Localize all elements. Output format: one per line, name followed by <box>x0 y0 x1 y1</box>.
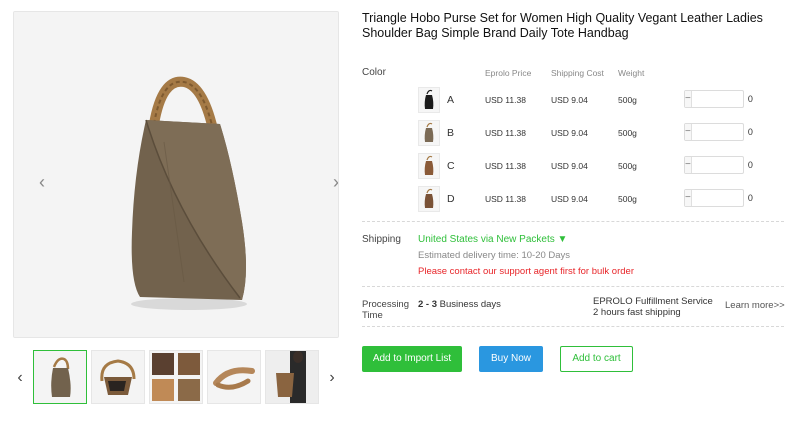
variant-weight: 500g <box>618 95 637 105</box>
quantity-stepper: − + <box>684 90 800 108</box>
thumbnail-3[interactable] <box>149 350 203 404</box>
variant-b-swatch[interactable] <box>418 120 440 146</box>
variant-row-c: C USD 11.38 USD 9.04 500g − + <box>418 153 800 181</box>
header-shipping-cost: Shipping Cost <box>551 68 604 78</box>
variant-price: USD 11.38 <box>485 161 526 171</box>
variant-price: USD 11.38 <box>485 95 526 105</box>
decrement-button[interactable]: − <box>685 190 692 206</box>
variant-letter: D <box>447 193 455 205</box>
variant-row-b: B USD 11.38 USD 9.04 500g − + <box>418 120 800 148</box>
variant-d-bag-icon <box>424 188 434 208</box>
divider <box>362 326 784 327</box>
variant-shipping: USD 9.04 <box>551 194 588 204</box>
thumbnail-3-image <box>150 351 202 403</box>
buy-now-button[interactable]: Buy Now <box>479 346 543 372</box>
thumbnail-4-image <box>208 351 260 403</box>
variant-letter: B <box>447 127 455 139</box>
variant-shipping: USD 9.04 <box>551 161 588 171</box>
variant-weight: 500g <box>618 128 637 138</box>
add-to-cart-button[interactable]: Add to cart <box>560 346 633 372</box>
thumbnail-1[interactable] <box>33 350 87 404</box>
processing-days: 2 - 3 Business days <box>418 299 501 310</box>
shipping-label: Shipping <box>362 234 401 245</box>
product-title: Triangle Hobo Purse Set for Women High Q… <box>362 11 763 40</box>
thumbnail-1-image <box>34 351 86 403</box>
gallery-prev-icon[interactable]: ‹ <box>34 172 50 192</box>
variant-letter: C <box>447 160 455 172</box>
color-label: Color <box>362 67 386 78</box>
learn-more-link[interactable]: Learn more>> <box>725 300 785 311</box>
product-page: ‹ › ‹ › Triangle Hobo Purse Set for Wome… <box>0 0 800 421</box>
variant-a-swatch[interactable] <box>418 87 440 113</box>
quantity-input[interactable] <box>691 124 800 140</box>
thumbnail-4[interactable] <box>207 350 261 404</box>
quantity-stepper: − + <box>684 156 800 174</box>
quantity-input[interactable] <box>691 91 800 107</box>
hobo-bag-image <box>14 12 338 337</box>
quantity-stepper: − + <box>684 189 800 207</box>
thumbnail-2-image <box>92 351 144 403</box>
variant-shipping: USD 9.04 <box>551 128 588 138</box>
variant-letter: A <box>447 94 455 106</box>
gallery-next-icon[interactable]: › <box>328 172 338 192</box>
processing-time-label: Processing Time <box>362 299 409 321</box>
thumbnail-5[interactable] <box>265 350 319 404</box>
decrement-button[interactable]: − <box>685 157 692 173</box>
divider <box>362 286 784 287</box>
variant-weight: 500g <box>618 194 637 204</box>
decrement-button[interactable]: − <box>685 91 692 107</box>
variant-b-bag-icon <box>424 122 434 142</box>
variant-d-swatch[interactable] <box>418 186 440 212</box>
variant-weight: 500g <box>618 161 637 171</box>
divider <box>362 221 784 222</box>
thumbnail-strip: ‹ › <box>13 350 343 406</box>
variant-row-a: A USD 11.38 USD 9.04 500g − + <box>418 87 800 115</box>
header-price: Eprolo Price <box>485 68 532 78</box>
variant-c-swatch[interactable] <box>418 153 440 179</box>
bulk-order-warning: Please contact our support agent first f… <box>418 266 634 277</box>
decrement-button[interactable]: − <box>685 124 692 140</box>
header-weight: Weight <box>618 68 645 78</box>
thumbnail-2[interactable] <box>91 350 145 404</box>
thumbnail-5-image <box>266 351 318 403</box>
quantity-input[interactable] <box>691 157 800 173</box>
quantity-stepper: − + <box>684 123 800 141</box>
variant-price: USD 11.38 <box>485 128 526 138</box>
processing-days-range: 2 - 3 <box>418 299 438 310</box>
variant-a-bag-icon <box>424 89 434 109</box>
fulfillment-service-note: 2 hours fast shipping <box>593 307 681 318</box>
variant-row-d: D USD 11.38 USD 9.04 500g − + <box>418 186 800 214</box>
shipping-method-dropdown[interactable]: United States via New Packets ▼ <box>418 234 567 245</box>
thumbnail-next-icon[interactable]: › <box>325 368 339 388</box>
variant-c-bag-icon <box>424 155 434 175</box>
main-product-image[interactable]: ‹ › <box>13 11 339 338</box>
quantity-input[interactable] <box>691 190 800 206</box>
delivery-estimate: Estimated delivery time: 10-20 Days <box>418 250 571 261</box>
variant-shipping: USD 9.04 <box>551 95 588 105</box>
processing-days-unit: Business days <box>437 299 501 310</box>
variant-price: USD 11.38 <box>485 194 526 204</box>
thumbnail-prev-icon[interactable]: ‹ <box>13 368 27 388</box>
fulfillment-service-name: EPROLO Fulfillment Service <box>593 296 713 307</box>
fulfillment-service: EPROLO Fulfillment Service 2 hours fast … <box>593 296 713 318</box>
add-to-import-list-button[interactable]: Add to Import List <box>362 346 462 372</box>
